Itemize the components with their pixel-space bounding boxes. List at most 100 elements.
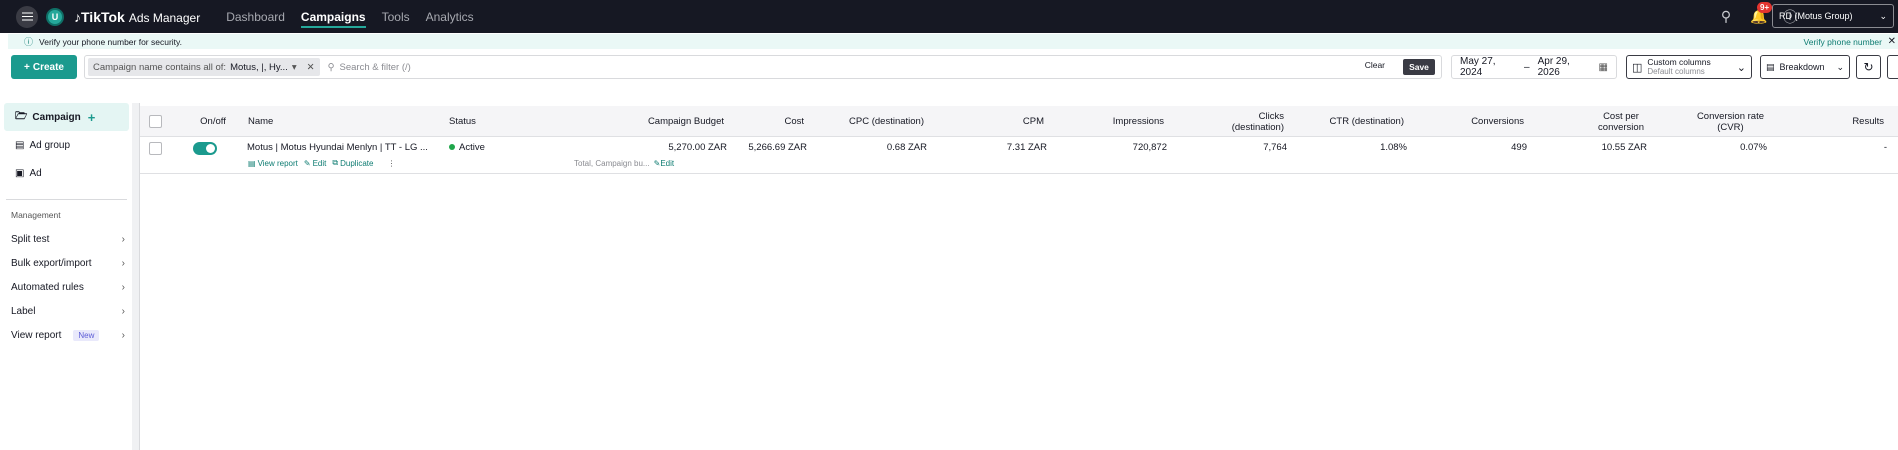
sidebar-item-view-report[interactable]: View report New › [0,323,133,347]
close-icon[interactable]: ✕ [1888,36,1896,47]
new-badge: New [73,329,100,341]
copy-icon: ⧉ [332,158,339,167]
nav-tools[interactable]: Tools [382,0,410,33]
plus-icon: + [24,61,30,73]
nav-analytics[interactable]: Analytics [426,0,474,33]
divider [6,199,127,200]
status-text: Active [459,142,485,153]
conversions-value: 499 [1511,142,1527,153]
header-onoff[interactable]: On/off [188,106,238,137]
chevron-right-icon: › [121,257,125,269]
save-button[interactable]: Save [1403,59,1435,75]
header-results[interactable]: Results [1780,106,1884,137]
chevron-down-icon[interactable]: ▾ [292,62,297,73]
tiktok-ads-logo[interactable]: ♪TikTok Ads Manager [74,9,200,25]
columns-sub-label: Default columns [1647,67,1705,76]
sidebar-item-label-tool[interactable]: Label › [0,299,133,323]
header-cost[interactable]: Cost [740,106,804,137]
row-checkbox[interactable] [149,142,162,155]
status-cell: Active [449,142,485,153]
budget-edit-action[interactable]: ✎Edit [654,159,675,168]
cvr-value: 0.07% [1740,142,1767,153]
account-avatar[interactable]: U [46,7,64,26]
header-clicks[interactable]: Clicks (destination) [1180,106,1284,137]
refresh-icon[interactable]: ↻ [1856,55,1881,79]
header-conversion-rate[interactable]: Conversion rate (CVR) [1660,106,1764,137]
header-clicks-line1: Clicks [1258,110,1284,122]
add-campaign-icon[interactable]: + [88,110,96,125]
header-name[interactable]: Name [248,106,273,137]
search-icon[interactable]: ⚲ [1718,8,1734,25]
filter-chip-value: Motus, |, Hy... [230,61,288,73]
sidebar-scrollbar[interactable] [132,103,139,450]
sidebar-item-automated-rules[interactable]: Automated rules › [0,275,133,299]
sidebar-item-label: Bulk export/import [11,257,92,269]
more-actions-icon[interactable]: ⋮ [387,158,395,168]
sidebar-item-label: Automated rules [11,281,84,293]
campaign-table: On/off Name Status Campaign Budget Cost … [140,106,1898,450]
chevron-down-icon: ⌄ [1879,10,1887,21]
nav-dashboard[interactable]: Dashboard [226,0,285,33]
results-value: - [1883,142,1887,153]
view-report-action[interactable]: ▤ View report [248,158,298,168]
select-all-checkbox[interactable] [149,106,162,137]
sidebar-item-label: Ad group [29,139,71,151]
custom-columns-dropdown[interactable]: ◫ Custom columns Default columns ⌄ [1626,55,1752,79]
level-sidebar: 🗁 Campaign + ▤ Ad group ▣ Ad Management … [0,103,133,450]
header-impressions[interactable]: Impressions [1060,106,1164,137]
filter-chip[interactable]: Campaign name contains all of: Motus, |,… [88,58,320,76]
brand-subtitle: Ads Manager [128,10,201,25]
edit-action[interactable]: ✎ Edit [304,158,327,168]
remove-filter-icon[interactable]: ✕ [307,62,315,73]
cost-per-conversion-value: 10.55 ZAR [1601,142,1647,153]
active-status-dot [449,144,455,150]
sidebar-item-ad-group[interactable]: ▤ Ad group [4,131,129,159]
nav-campaigns[interactable]: Campaigns [300,0,366,33]
hamburger-menu-icon[interactable] [16,5,38,28]
columns-label: Custom columns [1647,57,1711,67]
account-selector[interactable]: RD (Motus Group) ⌄ [1772,4,1894,28]
sidebar-item-label: Split test [11,233,50,245]
header-cpconv-line1: Cost per [1603,110,1639,122]
more-options-button[interactable] [1887,55,1898,79]
search-input[interactable]: ⚲ Search & filter (/) [328,62,411,73]
sidebar-item-campaign[interactable]: 🗁 Campaign + [4,103,129,131]
sidebar-item-ad[interactable]: ▣ Ad [4,159,129,187]
breakdown-dropdown[interactable]: ▤ Breakdown ⌄ [1760,55,1850,79]
header-cpc[interactable]: CPC (destination) [820,106,924,137]
duplicate-action[interactable]: ⧉ Duplicate [332,158,373,168]
header-campaign-budget[interactable]: Campaign Budget [580,106,724,137]
chevron-right-icon: › [121,329,125,341]
create-button[interactable]: + Create [11,55,77,79]
cost-value: 5,266.69 ZAR [748,142,807,153]
notification-bell-icon[interactable]: 🔔 9+ [1750,2,1773,25]
clear-button[interactable]: Clear [1365,60,1385,70]
notification-badge: 9+ [1757,2,1773,13]
search-filter-box[interactable]: Campaign name contains all of: Motus, |,… [84,55,1442,79]
chevron-right-icon: › [121,305,125,317]
header-conversions[interactable]: Conversions [1420,106,1524,137]
view-report-label: View report [257,158,298,168]
sidebar-item-label: Campaign [32,111,81,123]
sidebar-item-label: Label [11,305,36,317]
campaign-name-link[interactable]: Motus | Motus Hyundai Menlyn | TT - LG .… [247,142,428,153]
budget-sub: Total, Campaign bu... ✎Edit [574,159,674,168]
campaign-toolbar: + Create Campaign name contains all of: M… [0,55,1898,79]
table-row[interactable]: Motus | Motus Hyundai Menlyn | TT - LG .… [140,138,1898,174]
sidebar-item-bulk-export[interactable]: Bulk export/import › [0,251,133,275]
header-cpm[interactable]: CPM [940,106,1044,137]
header-cost-per-conversion[interactable]: Cost per conversion [1540,106,1644,137]
top-navigation-bar: U ♪TikTok Ads Manager Dashboard Campaign… [0,0,1898,33]
header-cvr-line2: (CVR) [1717,121,1744,133]
verify-phone-link[interactable]: Verify phone number [1804,37,1882,47]
table-header: On/off Name Status Campaign Budget Cost … [140,106,1898,137]
header-ctr[interactable]: CTR (destination) [1300,106,1404,137]
date-separator: – [1524,61,1530,73]
sidebar-item-label: Ad [29,167,42,179]
sidebar-item-split-test[interactable]: Split test › [0,227,133,251]
date-range-picker[interactable]: May 27, 2024 – Apr 29, 2026 ▦ [1451,55,1617,79]
chevron-down-icon: ⌄ [1836,61,1844,72]
header-status[interactable]: Status [449,106,476,137]
campaign-toggle[interactable] [193,142,217,155]
create-label: Create [32,61,64,73]
